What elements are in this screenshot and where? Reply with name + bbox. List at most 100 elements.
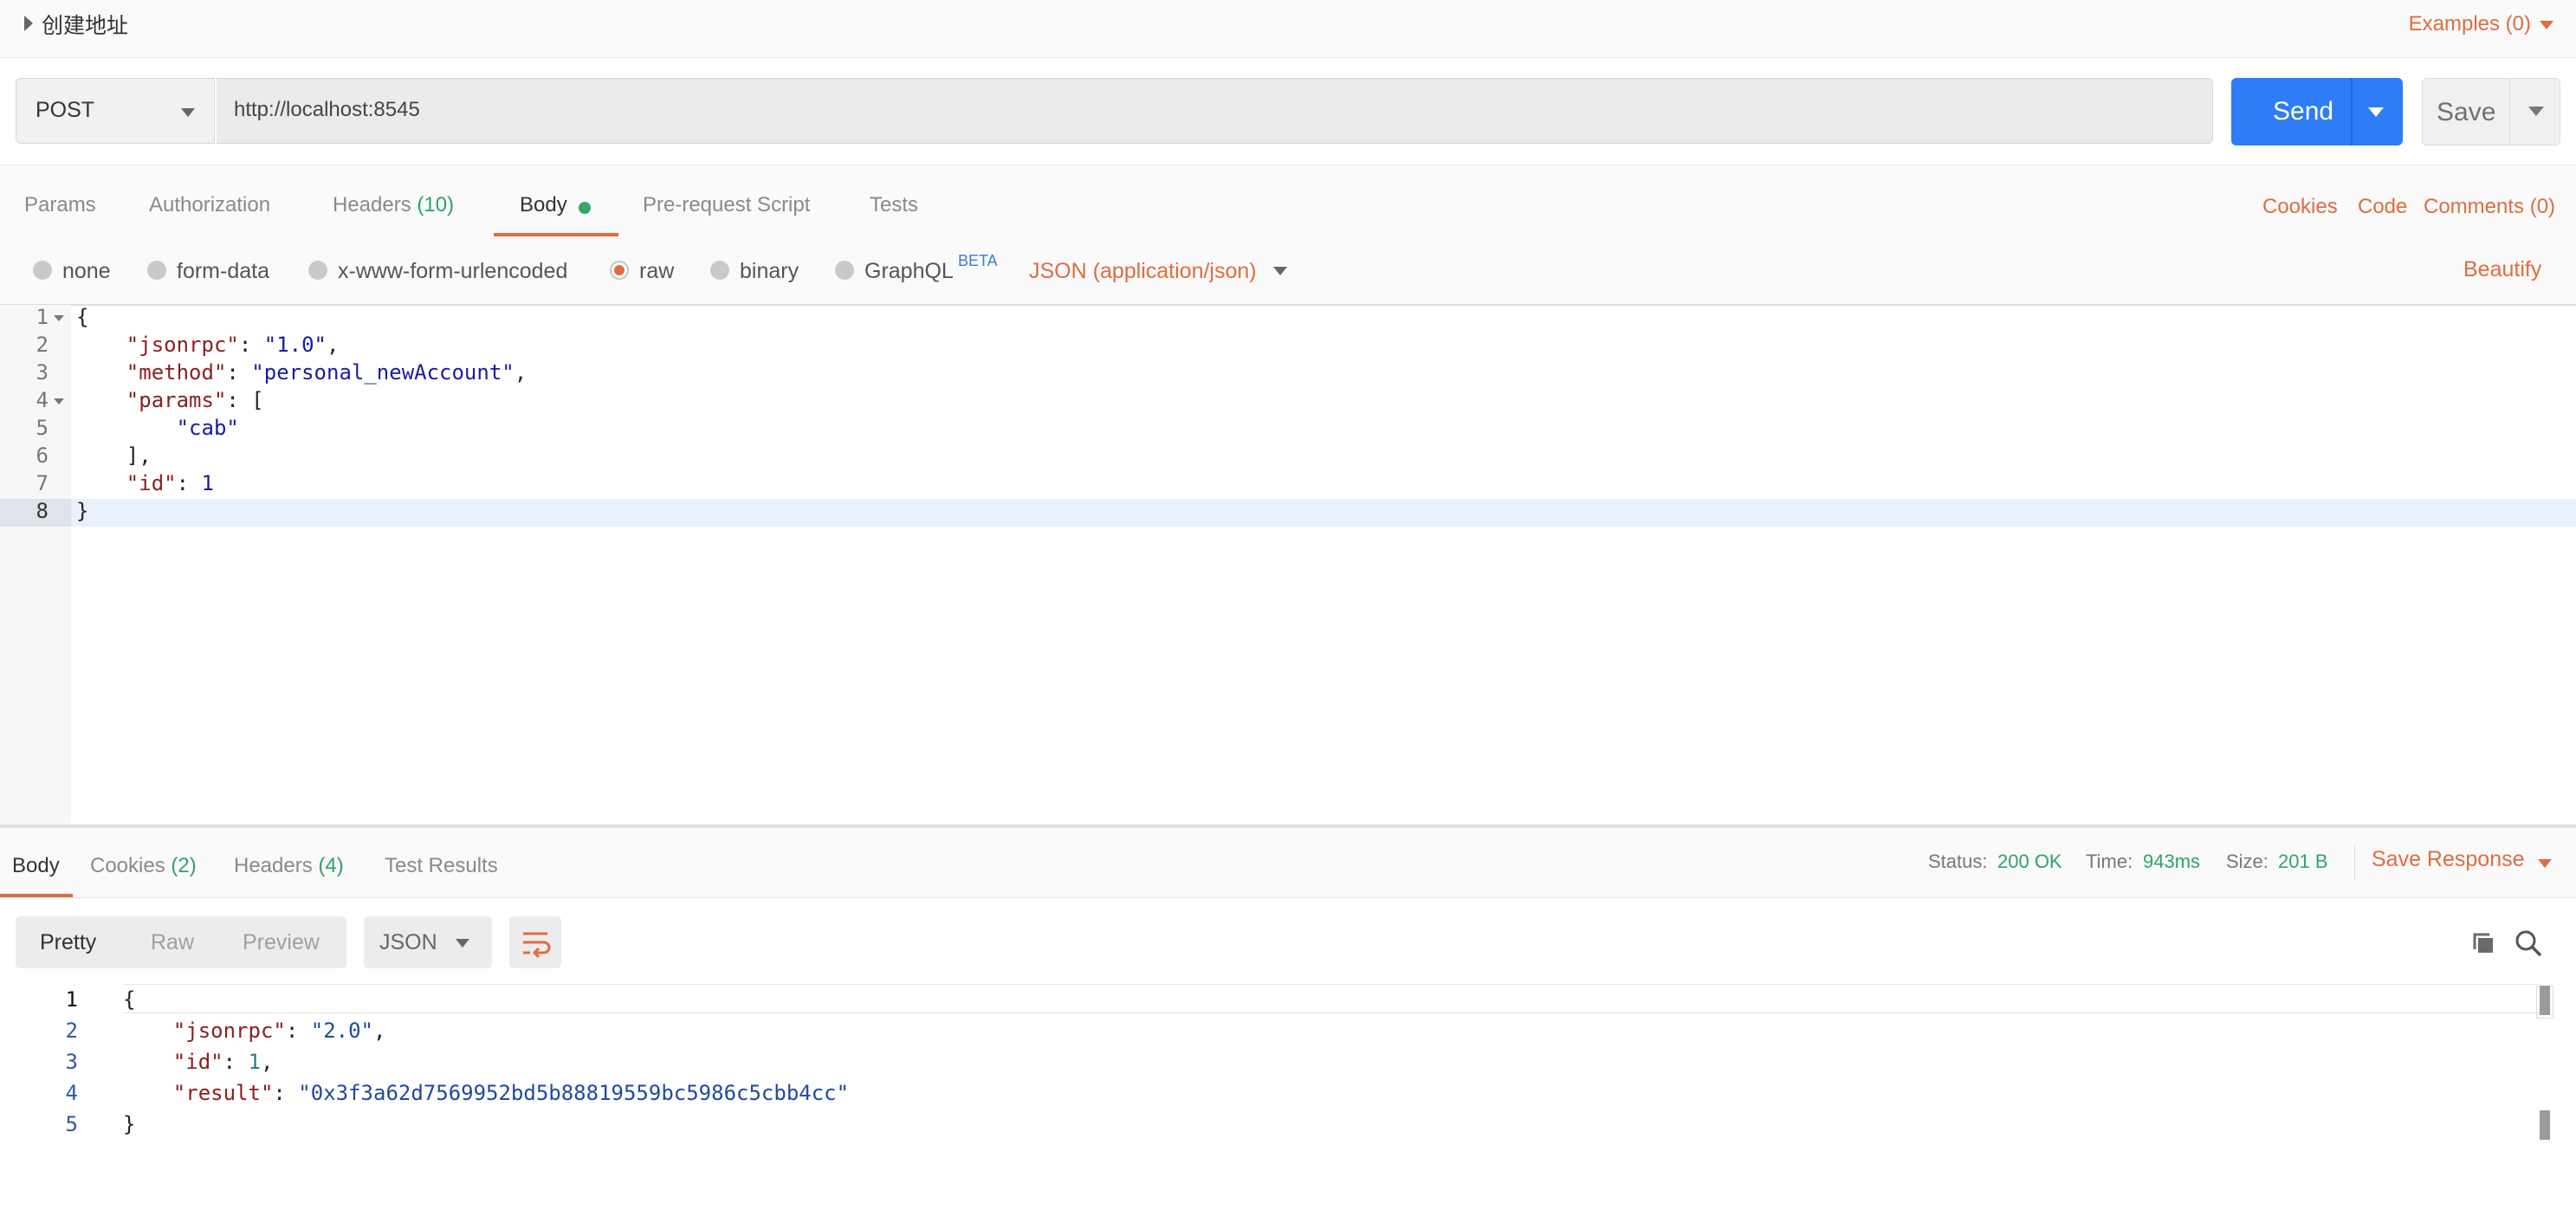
tab-response-headers-label: Headers xyxy=(234,854,313,877)
tab-prerequest-script[interactable]: Pre-request Script xyxy=(643,193,810,217)
chevron-down-icon[interactable] xyxy=(1273,267,1287,275)
line-number: 4 xyxy=(36,388,49,412)
radio-none-label[interactable]: none xyxy=(62,259,111,284)
radio-none[interactable] xyxy=(33,261,52,280)
status-divider xyxy=(2354,845,2355,880)
chevron-down-icon xyxy=(181,108,195,117)
request-tabs: Params Authorization Headers (10) Body P… xyxy=(0,165,2576,237)
radio-form-data-label[interactable]: form-data xyxy=(177,259,269,284)
size-value[interactable]: 201 B xyxy=(2278,851,2328,873)
chevron-down-icon xyxy=(456,939,469,948)
code-line: "id": 1, xyxy=(172,1050,274,1074)
expand-caret-icon[interactable] xyxy=(24,16,33,31)
tab-body[interactable]: Body xyxy=(520,193,567,217)
chevron-down-icon[interactable] xyxy=(2538,859,2552,868)
fold-arrow-icon[interactable] xyxy=(54,398,64,404)
line-number: 6 xyxy=(36,443,49,468)
json-string: "2.0" xyxy=(310,1019,373,1043)
save-divider xyxy=(2509,79,2510,145)
tab-headers[interactable]: Headers (10) xyxy=(333,193,454,217)
raw-button[interactable]: Raw xyxy=(151,930,194,955)
response-body-viewer[interactable]: 1 2 3 4 5 { "jsonrpc": "2.0", "id": 1, "… xyxy=(0,984,2576,1216)
url-input[interactable]: http://localhost:8545 xyxy=(217,78,2213,144)
json-key: "result" xyxy=(172,1081,274,1105)
tab-params[interactable]: Params xyxy=(24,193,96,217)
json-key: "jsonrpc" xyxy=(172,1019,286,1043)
radio-binary[interactable] xyxy=(710,261,729,280)
tab-authorization[interactable]: Authorization xyxy=(149,193,270,217)
code-line: } xyxy=(123,1112,136,1136)
radio-urlencoded[interactable] xyxy=(308,261,327,280)
json-key: "id" xyxy=(172,1050,223,1074)
code-line: { xyxy=(123,987,136,1012)
beautify-button[interactable]: Beautify xyxy=(2463,257,2541,282)
active-tab-indicator xyxy=(0,894,73,897)
radio-binary-label[interactable]: binary xyxy=(740,259,799,284)
line-number: 2 xyxy=(36,333,49,357)
format-select[interactable]: JSON xyxy=(364,916,492,968)
time-value[interactable]: 943ms xyxy=(2143,851,2200,873)
code-line: "result": "0x3f3a62d7569952bd5b88819559b… xyxy=(172,1081,850,1105)
code-line: "cab" xyxy=(76,416,239,440)
json-string: "1.0" xyxy=(263,333,327,357)
radio-raw-label[interactable]: raw xyxy=(639,259,674,284)
code-line: "method": "personal_newAccount", xyxy=(126,360,527,385)
size-label: Size: xyxy=(2226,851,2269,872)
code-line: "jsonrpc": "1.0", xyxy=(126,333,340,357)
code-link[interactable]: Code xyxy=(2358,195,2407,219)
status-value[interactable]: 200 OK xyxy=(1997,851,2062,873)
tab-headers-count: (10) xyxy=(417,193,455,217)
code-line: ], xyxy=(76,443,152,468)
wrap-lines-button[interactable] xyxy=(509,916,561,968)
json-bracket: [ xyxy=(251,388,264,412)
preview-button[interactable]: Preview xyxy=(243,930,320,955)
time-label: Time: xyxy=(2086,851,2133,872)
examples-button[interactable]: Examples (0) xyxy=(2409,12,2531,36)
send-label: Send xyxy=(2273,97,2334,126)
code-line: "id": 1 xyxy=(126,471,214,495)
save-label: Save xyxy=(2437,98,2496,126)
request-title[interactable]: 创建地址 xyxy=(42,9,128,40)
radio-form-data[interactable] xyxy=(147,261,166,280)
copy-icon[interactable] xyxy=(2470,930,2496,956)
method-select[interactable]: POST xyxy=(16,78,215,144)
tab-tests[interactable]: Tests xyxy=(870,193,918,217)
json-bracket: ], xyxy=(126,443,152,468)
url-value: http://localhost:8545 xyxy=(234,98,420,121)
tab-response-body[interactable]: Body xyxy=(12,854,60,878)
save-response-button[interactable]: Save Response xyxy=(2372,847,2525,872)
tab-response-cookies-count: (2) xyxy=(171,854,197,877)
radio-graphql-label[interactable]: GraphQL xyxy=(864,259,954,284)
tab-test-results[interactable]: Test Results xyxy=(385,854,498,878)
line-number: 3 xyxy=(65,1050,78,1074)
json-key: "method" xyxy=(126,360,227,385)
json-number: 1 xyxy=(201,471,214,495)
fold-arrow-icon[interactable] xyxy=(54,315,64,321)
json-string: "personal_newAccount" xyxy=(251,360,515,385)
view-mode-group: Pretty Raw Preview xyxy=(16,916,346,968)
tab-response-cookies[interactable]: Cookies (2) xyxy=(90,854,197,878)
json-string: "0x3f3a62d7569952bd5b88819559bc5986c5cbb… xyxy=(298,1081,850,1105)
save-options-chevron-icon[interactable] xyxy=(2528,107,2544,116)
save-button[interactable]: Save xyxy=(2422,78,2560,146)
request-body-editor[interactable]: 1 2 3 4 5 6 7 8 { "jsonrpc": "1.0", "met… xyxy=(0,305,2576,825)
tab-response-headers-count: (4) xyxy=(318,854,344,877)
radio-graphql[interactable] xyxy=(835,261,854,280)
radio-urlencoded-label[interactable]: x-www-form-urlencoded xyxy=(338,259,567,284)
send-options-chevron-icon[interactable] xyxy=(2368,107,2384,117)
radio-raw[interactable] xyxy=(610,261,629,280)
format-value: JSON xyxy=(379,930,437,954)
comments-link[interactable]: Comments (0) xyxy=(2424,195,2555,219)
content-type-select[interactable]: JSON (application/json) xyxy=(1029,259,1257,284)
send-button[interactable]: Send xyxy=(2231,78,2403,146)
search-icon[interactable] xyxy=(2514,928,2543,958)
wrap-lines-icon xyxy=(523,932,551,959)
line-number: 2 xyxy=(65,1019,78,1043)
pretty-button[interactable]: Pretty xyxy=(40,930,96,955)
chevron-down-icon[interactable] xyxy=(2540,21,2553,29)
tab-response-headers[interactable]: Headers (4) xyxy=(234,854,344,878)
status-label: Status: xyxy=(1928,851,1988,872)
code-line: "params": [ xyxy=(126,388,264,412)
cookies-link[interactable]: Cookies xyxy=(2262,195,2338,219)
line-number: 1 xyxy=(65,987,78,1012)
